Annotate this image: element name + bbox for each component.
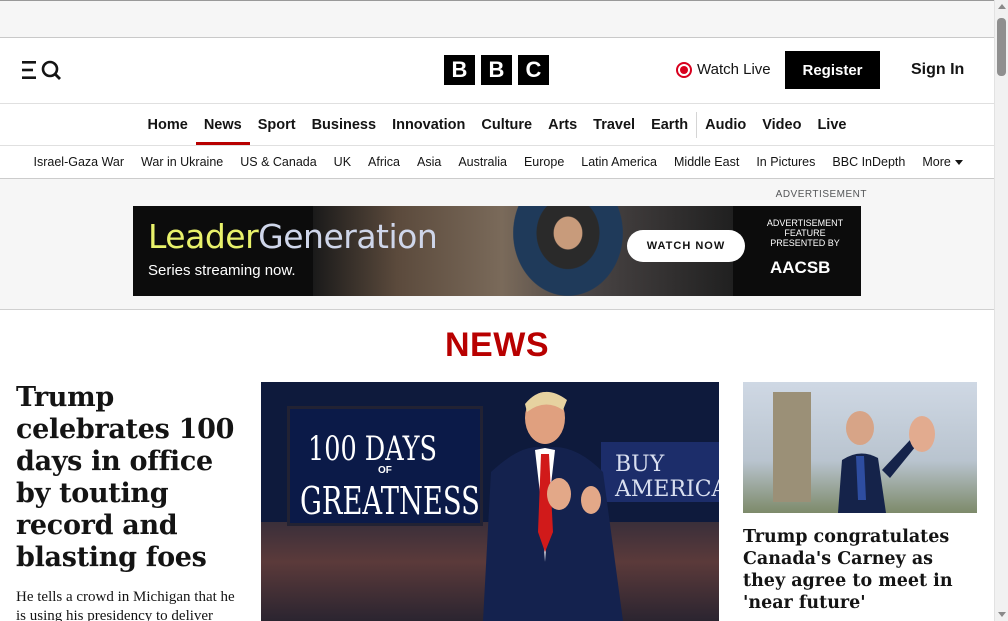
side-story[interactable]: Trump congratulates Canada's Carney as t…	[743, 382, 977, 614]
subnav-item[interactable]: Europe	[515, 155, 572, 169]
sign-line2: OF	[378, 465, 392, 476]
ad-sponsor-logo: AACSB	[770, 258, 831, 277]
nav-item-travel[interactable]: Travel	[585, 104, 643, 146]
image-sign: 100 DAYS OF GREATNESS	[287, 406, 483, 526]
lead-story[interactable]: Trump celebrates 100 days in office by t…	[16, 382, 246, 621]
masthead: B B C Watch Live Register Sign In	[0, 38, 994, 104]
scrollbar-thumb[interactable]	[997, 18, 1006, 76]
more-menu-button[interactable]: More	[914, 155, 971, 169]
live-icon	[676, 61, 692, 78]
menu-search-button[interactable]	[22, 58, 62, 82]
speaker-figure	[483, 391, 623, 621]
tower-graphic	[773, 392, 811, 502]
primary-nav: Home News Sport Business Innovation Cult…	[0, 104, 994, 146]
lead-story-image[interactable]: BUY AMERICA 100 DAYS OF GREATNESS	[261, 382, 719, 621]
subnav-item[interactable]: Middle East	[666, 155, 748, 169]
nav-item-video[interactable]: Video	[754, 104, 809, 146]
lead-summary: He tells a crowd in Michigan that he is …	[16, 589, 235, 621]
nav-item-culture[interactable]: Culture	[473, 104, 540, 146]
nav-item-live[interactable]: Live	[809, 104, 854, 146]
nav-item-sport[interactable]: Sport	[250, 104, 304, 146]
nav-item-innovation[interactable]: Innovation	[384, 104, 473, 146]
subnav-item[interactable]: Latin America	[573, 155, 666, 169]
menu-search-icon	[22, 60, 61, 80]
nav-item-audio[interactable]: Audio	[697, 104, 754, 146]
ad-feature-text: ADVERTISEMENT FEATURE PRESENTED BY	[766, 218, 844, 248]
register-button[interactable]: Register	[785, 51, 880, 89]
nav-item-news[interactable]: News	[195, 104, 250, 146]
watch-live-label: Watch Live	[697, 61, 771, 78]
subnav-item[interactable]: In Pictures	[748, 155, 824, 169]
logo-letter: B	[444, 55, 475, 85]
subnav-item[interactable]: War in Ukraine	[133, 155, 232, 169]
ad-title: LeaderGeneration	[148, 217, 438, 256]
subnav-item[interactable]: Africa	[360, 155, 409, 169]
logo-letter: C	[518, 55, 549, 85]
browser-top-bar	[0, 0, 994, 38]
advertisement-label: ADVERTISEMENT	[775, 189, 867, 200]
ad-title-part2: Generation	[258, 217, 438, 256]
side-story-image[interactable]	[743, 382, 977, 513]
lead-headline[interactable]: Trump celebrates 100 days in office by t…	[16, 382, 246, 574]
sign-in-link[interactable]: Sign In	[911, 61, 964, 79]
more-label: More	[922, 155, 951, 169]
vertical-scrollbar[interactable]	[994, 0, 1008, 621]
section-title: NEWS	[445, 326, 549, 364]
subnav-item[interactable]: Asia	[409, 155, 450, 169]
subnav-item[interactable]: Israel-Gaza War	[25, 155, 133, 169]
sign-line3: GREATNESS	[300, 479, 480, 523]
scroll-up-icon[interactable]	[998, 4, 1006, 9]
subnav-item[interactable]: Australia	[450, 155, 516, 169]
side-headline[interactable]: Trump congratulates Canada's Carney as t…	[743, 526, 977, 614]
nav-item-home[interactable]: Home	[140, 104, 196, 146]
ad-title-part1: Leader	[148, 217, 259, 256]
subnav-item[interactable]: BBC InDepth	[824, 155, 914, 169]
nav-item-arts[interactable]: Arts	[540, 104, 585, 146]
bbc-logo[interactable]: B B C	[444, 55, 549, 85]
advertisement-banner[interactable]: LeaderGeneration Series streaming now. W…	[133, 206, 861, 296]
caret-down-icon	[954, 159, 963, 165]
nav-item-business[interactable]: Business	[304, 104, 384, 146]
waving-figure	[838, 411, 935, 513]
advertisement-area: ADVERTISEMENT LeaderGeneration Series st…	[0, 179, 994, 310]
sign-line1: 100 DAYS	[308, 429, 437, 469]
subnav-item[interactable]: UK	[325, 155, 359, 169]
subnav-item[interactable]: US & Canada	[232, 155, 325, 169]
nav-item-earth[interactable]: Earth	[643, 104, 696, 146]
ad-watch-now-button[interactable]: WATCH NOW	[627, 230, 745, 262]
logo-letter: B	[481, 55, 512, 85]
scroll-down-icon[interactable]	[998, 612, 1006, 617]
watch-live-link[interactable]: Watch Live	[676, 61, 771, 78]
ad-subtitle: Series streaming now.	[148, 262, 296, 279]
secondary-nav: Israel-Gaza War War in Ukraine US & Cana…	[0, 146, 994, 179]
